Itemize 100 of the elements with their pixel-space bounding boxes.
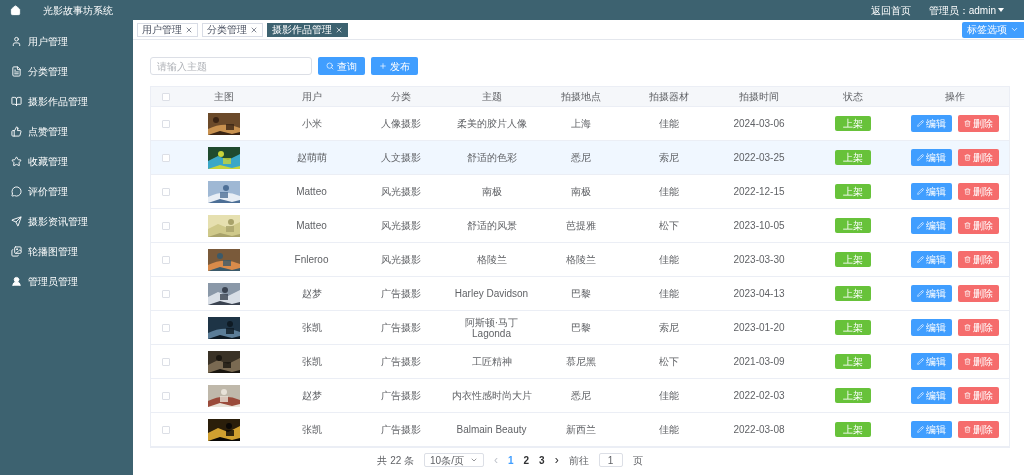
page-input[interactable]: 1 xyxy=(598,453,623,467)
table-cell: Fnleroo xyxy=(294,254,329,265)
pencil-icon xyxy=(917,188,924,195)
row-checkbox[interactable] xyxy=(162,391,170,400)
table-cell: 佳能 xyxy=(659,118,679,129)
row-checkbox[interactable] xyxy=(162,357,170,366)
row-checkbox[interactable] xyxy=(162,153,170,162)
select-all-checkbox[interactable] xyxy=(162,92,170,101)
table-cell: 风光摄影 xyxy=(381,220,421,231)
table-cell: 佳能 xyxy=(659,390,679,401)
sidebar-item[interactable]: 轮播图管理 xyxy=(0,236,133,266)
table-cell: 南极 xyxy=(570,186,591,197)
table-cell: 人像摄影 xyxy=(381,118,421,129)
sidebar-item[interactable]: 摄影作品管理 xyxy=(0,86,133,116)
sidebar-item[interactable]: 摄影资讯管理 xyxy=(0,206,133,236)
search-icon xyxy=(326,62,334,70)
table-cell: 小米 xyxy=(301,118,322,129)
person-icon xyxy=(11,275,22,287)
table-cell: 柔美的胶片人像 xyxy=(456,118,527,129)
close-icon[interactable] xyxy=(250,25,258,34)
row-checkbox[interactable] xyxy=(162,425,170,434)
table-cell: 2022-03-08 xyxy=(733,424,785,435)
table-cell: 广告摄影 xyxy=(381,424,421,435)
page-size-select[interactable]: 10条/页 xyxy=(424,453,484,467)
trash-icon xyxy=(964,256,971,263)
status-tag: 上架 xyxy=(834,252,871,267)
document-icon xyxy=(11,65,22,77)
sidebar-item[interactable]: 管理员管理 xyxy=(0,266,133,296)
status-tag: 上架 xyxy=(834,116,871,131)
table-cell: 佳能 xyxy=(659,424,679,435)
table-cell: 广告摄影 xyxy=(381,356,421,367)
row-checkbox[interactable] xyxy=(162,221,170,230)
table-cell: 广告摄影 xyxy=(381,390,421,401)
sidebar-item[interactable]: 分类管理 xyxy=(0,56,133,86)
table-cell: 赵梦 xyxy=(301,288,322,299)
column-header: 拍摄器材 xyxy=(649,90,689,104)
sidebar-item[interactable]: 评价管理 xyxy=(0,176,133,206)
row-checkbox[interactable] xyxy=(162,289,170,298)
next-page-button[interactable]: › xyxy=(554,451,559,469)
table-cell: 2023-03-30 xyxy=(733,254,785,265)
table-cell: 慕尼黑 xyxy=(565,356,596,367)
sidebar-item[interactable]: 点赞管理 xyxy=(0,116,133,146)
trash-icon xyxy=(964,426,971,433)
table-cell: 舒适的色彩 xyxy=(466,152,517,163)
close-icon[interactable] xyxy=(335,25,343,34)
trash-icon xyxy=(964,120,971,127)
page-number[interactable]: 2 xyxy=(523,452,530,468)
home-icon[interactable] xyxy=(10,4,21,16)
close-icon[interactable] xyxy=(185,25,193,34)
sidebar-item[interactable]: 收藏管理 xyxy=(0,146,133,176)
tab[interactable]: 分类管理 xyxy=(202,22,263,37)
page-number[interactable]: 3 xyxy=(539,452,545,468)
table-cell: 芭提雅 xyxy=(565,220,596,231)
images-icon xyxy=(11,245,22,257)
trash-icon xyxy=(964,222,971,229)
table-cell: 2022-12-15 xyxy=(733,186,785,197)
sidebar-item[interactable]: 用户管理 xyxy=(0,26,133,56)
home-link[interactable]: 返回首页 xyxy=(870,2,911,18)
table-cell: 巴黎 xyxy=(570,288,591,299)
table-cell: 赵萌萌 xyxy=(296,152,327,163)
pencil-icon xyxy=(917,324,924,331)
table-cell: 广告摄影 xyxy=(381,322,421,333)
user-icon xyxy=(11,35,22,47)
column-header: 拍摄地点 xyxy=(560,90,601,104)
trash-icon xyxy=(964,154,971,161)
row-checkbox[interactable] xyxy=(162,187,170,196)
table-cell: 佳能 xyxy=(659,288,679,299)
plus-icon xyxy=(379,62,387,70)
table-cell: 张凯 xyxy=(301,322,322,333)
table-cell: 格陵兰 xyxy=(476,254,507,265)
table-cell: 格陵兰 xyxy=(565,254,596,265)
column-header: 主图 xyxy=(214,90,234,104)
table-cell: 2021-03-09 xyxy=(733,356,785,367)
table-cell: 上海 xyxy=(570,118,591,129)
status-tag: 上架 xyxy=(834,388,871,403)
status-tag: 上架 xyxy=(834,184,871,199)
table-row[interactable]: 赵萌萌 人文摄影 舒适的色彩 悉尼 索尼 2022-03-25 上架 编辑 删除 xyxy=(151,141,1009,175)
caret-icon xyxy=(998,8,1004,12)
row-checkbox[interactable] xyxy=(162,119,170,128)
table-cell: 2022-03-25 xyxy=(733,152,785,163)
app-title: 光影故事坊系统 xyxy=(43,3,113,18)
tab[interactable]: 摄影作品管理 xyxy=(267,22,348,37)
admin-menu[interactable]: 管理员：admin xyxy=(928,2,1004,18)
table-cell: 2023-10-05 xyxy=(733,220,785,231)
table-cell: 索尼 xyxy=(659,152,679,163)
row-checkbox[interactable] xyxy=(162,255,170,264)
thumbs-up-icon xyxy=(11,125,22,137)
row-checkbox[interactable] xyxy=(162,323,170,332)
table-cell: 巴黎 xyxy=(570,322,591,333)
search-field[interactable]: 请输入主题 xyxy=(150,57,312,75)
status-tag: 上架 xyxy=(834,320,871,335)
column-header: 分类 xyxy=(391,90,411,104)
tab[interactable]: 用户管理 xyxy=(137,22,198,37)
table-cell: 工匠精神 xyxy=(471,356,512,367)
send-icon xyxy=(11,215,22,227)
goto-label: 前往 xyxy=(568,453,589,468)
table-cell: 2024-03-06 xyxy=(733,118,785,129)
pencil-icon xyxy=(917,392,924,399)
chevron-down-icon xyxy=(469,456,478,464)
pencil-icon xyxy=(917,358,924,365)
